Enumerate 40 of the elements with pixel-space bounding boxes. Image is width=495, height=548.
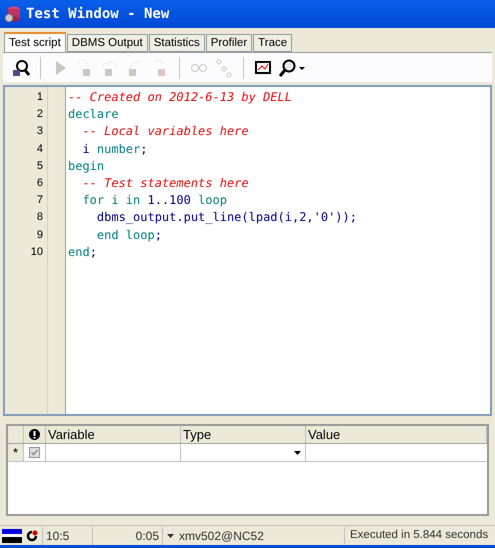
caret-icon [294,450,301,454]
line-number: 6 [36,176,43,191]
code-line: -- Local variables here [81,123,250,140]
search-icon[interactable] [278,58,306,78]
line-number: 7 [36,193,43,208]
tab[interactable]: Profiler [206,34,252,52]
tab[interactable]: DBMS Output [66,34,148,52]
line-number: 9 [36,228,43,242]
checkbox[interactable] [29,447,40,458]
line-number: 3 [36,124,43,140]
line-number: 1 [36,90,43,105]
flag-icon [2,528,22,542]
code-line: dbms_output.put_line(lpad(i,2,'0')); [96,209,357,226]
line-number: 2 [36,107,43,122]
tab[interactable]: Statistics [148,34,205,52]
code-line: declare [68,106,120,124]
tab[interactable]: Trace [253,34,292,52]
info-circle-icon [29,429,40,440]
code-line: for i in 1..100 loop [81,192,228,210]
row-marker: * [8,444,24,461]
tab[interactable]: Test script [4,32,66,52]
code-line: i number; [81,140,148,158]
line-number: 5 [36,158,43,174]
refresh-icon[interactable] [26,530,38,542]
window-title: Test Window - New [26,4,170,24]
column-header[interactable]: Type [181,426,306,443]
database-gear-icon [4,5,22,23]
code-editor[interactable]: 1 2 3 4 5 6 7 8 9 10 -- Created on 2012-6-13 by DELL declare -- Local variables here i number; begin -- Test statements here for i in 1..100 loop dbms_output.put_line(lpad(i,2,'0')); end loop; end; [3,85,492,416]
line-number: 8 [36,210,43,226]
code-line: begin [68,158,106,175]
code-line: end loop; [96,226,163,244]
status-message: Executed in 5.844 seconds [344,526,495,544]
line-number: 4 [36,142,43,157]
code-line: end; [68,244,98,261]
column-header[interactable]: Value [306,426,487,443]
caret-icon [167,534,174,538]
line-number: 10 [30,244,43,260]
code-line: -- Created on 2012-6-13 by DELL [68,89,293,106]
column-header[interactable]: Variable [46,426,181,443]
code-line: -- Test statements here [81,174,250,192]
